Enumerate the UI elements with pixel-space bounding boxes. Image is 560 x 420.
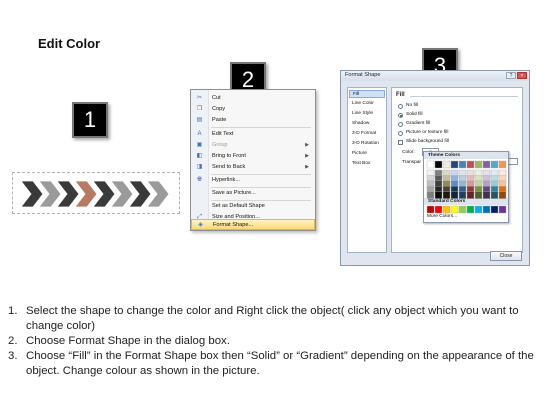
nav-item-line-style[interactable]: Line Style xyxy=(349,110,385,118)
color-swatch[interactable] xyxy=(434,191,443,199)
menu-item-copy[interactable]: ❐ Copy xyxy=(191,104,315,115)
radio-solid-fill[interactable]: Solid fill xyxy=(398,111,508,119)
format-shape-icon: ◈ xyxy=(198,222,203,228)
group-icon: ▣ xyxy=(196,142,203,148)
menu-item-edit-text[interactable]: A Edit Text xyxy=(191,129,315,140)
menu-item-set-default-shape[interactable]: Set as Default Shape xyxy=(191,201,315,212)
submenu-arrow-icon: ▶ xyxy=(305,164,309,170)
menu-item-bring-to-front[interactable]: ◧ Bring to Front ▶ xyxy=(191,151,315,162)
radio-selected-icon xyxy=(398,113,403,118)
color-swatch[interactable] xyxy=(450,205,459,214)
color-label: Color: xyxy=(402,150,415,155)
instruction-item: 2. Choose Format Shape in the dialog box. xyxy=(8,335,230,347)
bring-front-icon: ◧ xyxy=(196,153,203,159)
menu-item-cut[interactable]: ✂ Cut xyxy=(191,93,315,104)
menu-item-paste[interactable]: ▤ Paste xyxy=(191,115,315,126)
color-swatch[interactable] xyxy=(426,160,435,169)
instruction-list: 1. Select the shape to change the color a… xyxy=(8,304,548,379)
transparency-label: Transpar xyxy=(402,160,422,165)
dialog-title: Format Shape xyxy=(345,72,381,78)
color-palette-dropdown: Theme Colors Standard Colors More Colors… xyxy=(423,151,509,223)
menu-separator xyxy=(211,127,311,128)
more-colors-link[interactable]: More Colors... xyxy=(427,214,457,219)
color-swatch[interactable] xyxy=(442,160,451,169)
submenu-arrow-icon: ▶ xyxy=(305,153,309,159)
radio-icon xyxy=(398,122,403,127)
color-swatch[interactable] xyxy=(474,205,483,214)
instruction-item: 1. Select the shape to change the color a… xyxy=(8,305,519,332)
menu-item-format-shape[interactable]: ◈ Format Shape... xyxy=(191,219,315,230)
color-swatch[interactable] xyxy=(434,205,443,214)
nav-item-line-color[interactable]: Line Color xyxy=(349,100,385,108)
menu-item-save-as-picture[interactable]: Save as Picture... xyxy=(191,188,315,199)
step-badge-1: 1 xyxy=(72,102,108,138)
chevron-arrows-shape[interactable] xyxy=(12,172,180,214)
nav-item-shadow[interactable]: Shadow xyxy=(349,120,385,128)
edit-text-icon: A xyxy=(197,131,202,137)
color-swatch[interactable] xyxy=(426,205,435,214)
close-icon[interactable]: × xyxy=(517,72,527,79)
dialog-close-button[interactable]: Close xyxy=(490,251,522,261)
nav-item-3d-format[interactable]: 3-D Format xyxy=(349,130,385,138)
scissors-icon: ✂ xyxy=(196,95,203,101)
color-swatch[interactable] xyxy=(450,160,459,169)
menu-item-group[interactable]: ▣ Group ▶ xyxy=(191,140,315,151)
color-swatch[interactable] xyxy=(426,191,435,199)
color-swatch[interactable] xyxy=(442,191,451,199)
nav-item-text-box[interactable]: Text Box xyxy=(349,160,385,168)
section-title: Fill xyxy=(396,92,405,98)
color-swatch[interactable] xyxy=(482,160,491,169)
color-swatch[interactable] xyxy=(450,191,459,199)
context-menu: ✂ Cut ❐ Copy ▤ Paste A Edit Text ▣ Group ▶ ◧ Br… xyxy=(190,89,316,231)
copy-icon: ❐ xyxy=(196,106,203,112)
radio-icon xyxy=(398,131,403,136)
checkbox-slide-background[interactable]: Slide background fill xyxy=(398,138,508,146)
color-swatch[interactable] xyxy=(458,191,467,199)
nav-item-3d-rotation[interactable]: 3-D Rotation xyxy=(349,140,385,148)
dialog-category-list: Fill Line Color Line Style Shadow 3-D Fo… xyxy=(347,87,387,253)
menu-item-send-to-back[interactable]: ◨ Send to Back ▶ xyxy=(191,162,315,173)
send-back-icon: ◨ xyxy=(196,164,203,170)
radio-picture-fill[interactable]: Picture or texture fill xyxy=(398,129,508,137)
color-swatch[interactable] xyxy=(490,205,499,214)
color-swatch[interactable] xyxy=(466,205,475,214)
hyperlink-icon: 🌐︎ xyxy=(197,177,202,183)
menu-item-hyperlink[interactable]: 🌐︎ Hyperlink... xyxy=(191,175,315,186)
chevron-arrow xyxy=(20,180,44,208)
radio-icon xyxy=(398,104,403,109)
chevron-arrows-graphic xyxy=(20,180,170,208)
section-divider xyxy=(410,96,518,97)
color-swatch[interactable] xyxy=(458,205,467,214)
color-swatch[interactable] xyxy=(458,160,467,169)
help-button[interactable]: ? xyxy=(506,72,516,79)
submenu-arrow-icon: ▶ xyxy=(305,142,309,148)
color-swatch[interactable] xyxy=(490,191,499,199)
page-title: Edit Color xyxy=(38,36,101,51)
nav-item-fill[interactable]: Fill xyxy=(349,90,385,98)
paste-icon: ▤ xyxy=(196,117,203,123)
color-swatch[interactable] xyxy=(498,191,507,199)
instruction-item: 3. Choose “Fill” in the Format Shape box … xyxy=(8,350,534,377)
color-swatch[interactable] xyxy=(490,160,499,169)
checkbox-icon xyxy=(398,140,403,145)
color-swatch[interactable] xyxy=(466,191,475,199)
color-swatch[interactable] xyxy=(474,191,483,199)
color-swatch[interactable] xyxy=(442,205,451,214)
color-swatch[interactable] xyxy=(498,160,507,169)
color-swatch[interactable] xyxy=(474,160,483,169)
color-swatch[interactable] xyxy=(482,205,491,214)
radio-no-fill[interactable]: No fill xyxy=(398,102,508,110)
nav-item-picture[interactable]: Picture xyxy=(349,150,385,158)
color-swatch[interactable] xyxy=(466,160,475,169)
color-swatch[interactable] xyxy=(434,160,443,169)
dialog-titlebar: Format Shape ? × xyxy=(341,71,529,81)
radio-gradient-fill[interactable]: Gradient fill xyxy=(398,120,508,128)
color-swatch[interactable] xyxy=(498,205,507,214)
color-swatch[interactable] xyxy=(482,191,491,199)
